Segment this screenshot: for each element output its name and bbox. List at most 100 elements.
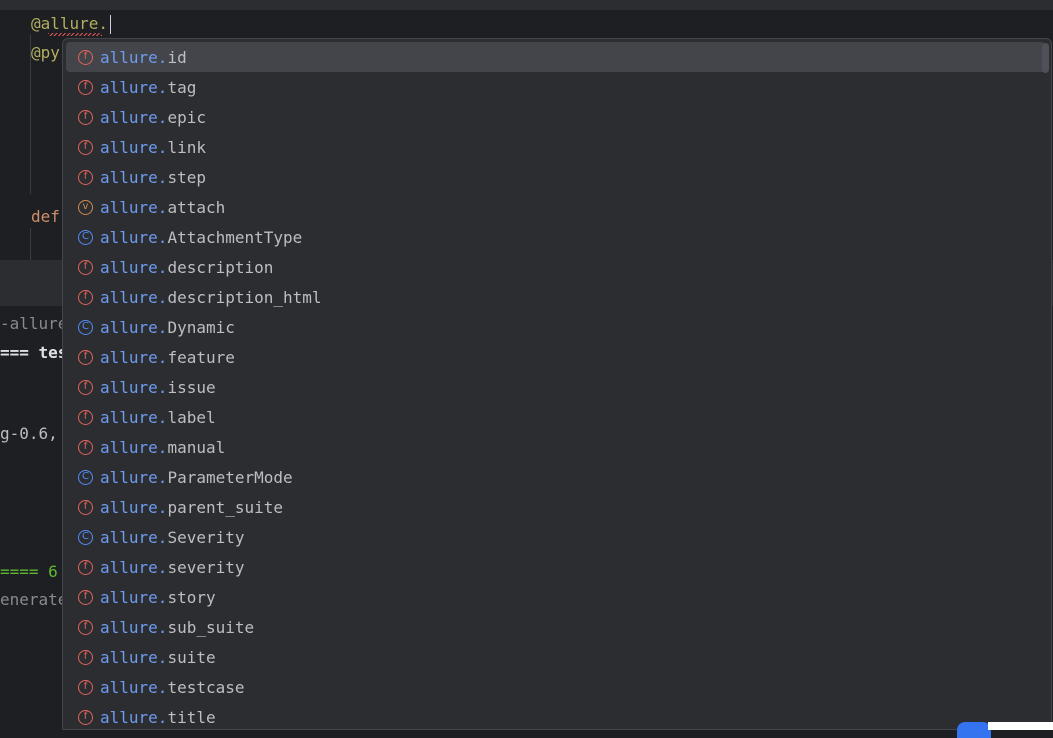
function-icon: f [78, 589, 93, 605]
editor-tab-strip [0, 0, 1053, 10]
completion-name: manual [167, 437, 226, 457]
completion-prefix: allure. [100, 167, 168, 187]
function-icon: f [78, 49, 93, 65]
completion-item-epic[interactable]: f allure. epic [66, 102, 1045, 132]
completion-item-story[interactable]: f allure. story [66, 582, 1045, 612]
function-icon: f [78, 259, 93, 275]
completion-prefix: allure. [100, 227, 168, 247]
completion-item-parent-suite[interactable]: f allure. parent_suite [66, 492, 1045, 522]
completion-item-suite[interactable]: f allure. suite [66, 642, 1045, 672]
completion-item-issue[interactable]: f allure. issue [66, 372, 1045, 402]
completion-prefix: allure. [100, 347, 168, 367]
completion-name: issue [167, 377, 216, 397]
completion-name: ParameterMode [167, 467, 293, 487]
completion-name: story [167, 587, 216, 607]
completion-item-attachmenttype[interactable]: Callure. AttachmentType [66, 222, 1045, 252]
completion-item-description[interactable]: f allure. description [66, 252, 1045, 282]
function-icon: f [78, 679, 93, 695]
completion-name: suite [167, 647, 216, 667]
completion-item-severity[interactable]: Callure. Severity [66, 522, 1045, 552]
completion-name: title [167, 707, 216, 727]
completion-item-parametermode[interactable]: Callure. ParameterMode [66, 462, 1045, 492]
completion-name: severity [167, 557, 245, 577]
completion-prefix: allure. [100, 677, 168, 697]
completion-name: label [167, 407, 216, 427]
completion-popup[interactable]: f allure. id f allure. tag f allure. epic f allure… [62, 38, 1052, 730]
status-widget [988, 722, 1053, 730]
class-icon: C [78, 469, 93, 485]
completion-prefix: allure. [100, 587, 168, 607]
completion-prefix: allure. [100, 467, 168, 487]
completion-name: description_html [167, 287, 322, 307]
completion-item-step[interactable]: f allure. step [66, 162, 1045, 192]
completion-name: attach [167, 197, 226, 217]
completion-prefix: allure. [100, 497, 168, 517]
completion-item-feature[interactable]: f allure. feature [66, 342, 1045, 372]
completion-prefix: allure. [100, 47, 168, 67]
console-line: enerate [0, 590, 68, 609]
completion-name: epic [167, 107, 206, 127]
completion-prefix: allure. [100, 137, 168, 157]
function-icon: f [78, 439, 93, 455]
indent-guide [30, 228, 31, 260]
console-line: ==== 6 [0, 562, 58, 581]
function-icon: f [78, 139, 93, 155]
code-line-decorator-2[interactable]: @py [31, 43, 60, 63]
completion-item-description-html[interactable]: f allure. description_html [66, 282, 1045, 312]
completion-item-tag[interactable]: f allure. tag [66, 72, 1045, 102]
console-line: -allure [0, 314, 68, 333]
completion-prefix: allure. [100, 407, 168, 427]
function-icon: f [78, 349, 93, 365]
console-line: === tes [0, 343, 68, 362]
completion-name: link [167, 137, 206, 157]
completion-item-attach[interactable]: v allure. attach [66, 192, 1045, 222]
completion-item-sub-suite[interactable]: f allure. sub_suite [66, 612, 1045, 642]
completion-name: Severity [167, 527, 245, 547]
completion-item-dynamic[interactable]: Callure. Dynamic [66, 312, 1045, 342]
completion-prefix: allure. [100, 557, 168, 577]
completion-item-title[interactable]: f allure. title [66, 702, 1045, 729]
completion-list[interactable]: f allure. id f allure. tag f allure. epic f allure… [63, 42, 1045, 729]
completion-name: feature [167, 347, 235, 367]
completion-item-severity[interactable]: f allure. severity [66, 552, 1045, 582]
code-line-def[interactable]: def [31, 207, 60, 227]
completion-name: AttachmentType [167, 227, 303, 247]
completion-name: parent_suite [167, 497, 284, 517]
completion-name: description [167, 257, 274, 277]
variable-icon: v [78, 199, 93, 215]
text-caret [110, 15, 111, 34]
function-icon: f [78, 499, 93, 515]
class-icon: C [78, 229, 93, 245]
completion-item-testcase[interactable]: f allure. testcase [66, 672, 1045, 702]
class-icon: C [78, 529, 93, 545]
completion-prefix: allure. [100, 77, 168, 97]
function-icon: f [78, 169, 93, 185]
console-line: g-0.6, [0, 424, 58, 443]
completion-prefix: allure. [100, 317, 168, 337]
completion-prefix: allure. [100, 107, 168, 127]
completion-name: sub_suite [167, 617, 255, 637]
completion-name: Dynamic [167, 317, 235, 337]
function-icon: f [78, 79, 93, 95]
completion-name: tag [167, 77, 197, 97]
completion-item-link[interactable]: f allure. link [66, 132, 1045, 162]
completion-item-label[interactable]: f allure. label [66, 402, 1045, 432]
completion-prefix: allure. [100, 197, 168, 217]
code-line-decorator[interactable]: @allure. [31, 14, 108, 34]
completion-prefix: allure. [100, 647, 168, 667]
completion-prefix: allure. [100, 287, 168, 307]
completion-prefix: allure. [100, 257, 168, 277]
notification-button[interactable] [957, 722, 991, 738]
popup-scrollbar[interactable] [1042, 43, 1049, 73]
completion-item-manual[interactable]: f allure. manual [66, 432, 1045, 462]
completion-prefix: allure. [100, 377, 168, 397]
completion-prefix: allure. [100, 617, 168, 637]
function-icon: f [78, 559, 93, 575]
completion-name: testcase [167, 677, 245, 697]
completion-prefix: allure. [100, 707, 168, 727]
function-icon: f [78, 289, 93, 305]
completion-item-id[interactable]: f allure. id [66, 42, 1045, 72]
completion-prefix: allure. [100, 527, 168, 547]
completion-prefix: allure. [100, 437, 168, 457]
function-icon: f [78, 649, 93, 665]
